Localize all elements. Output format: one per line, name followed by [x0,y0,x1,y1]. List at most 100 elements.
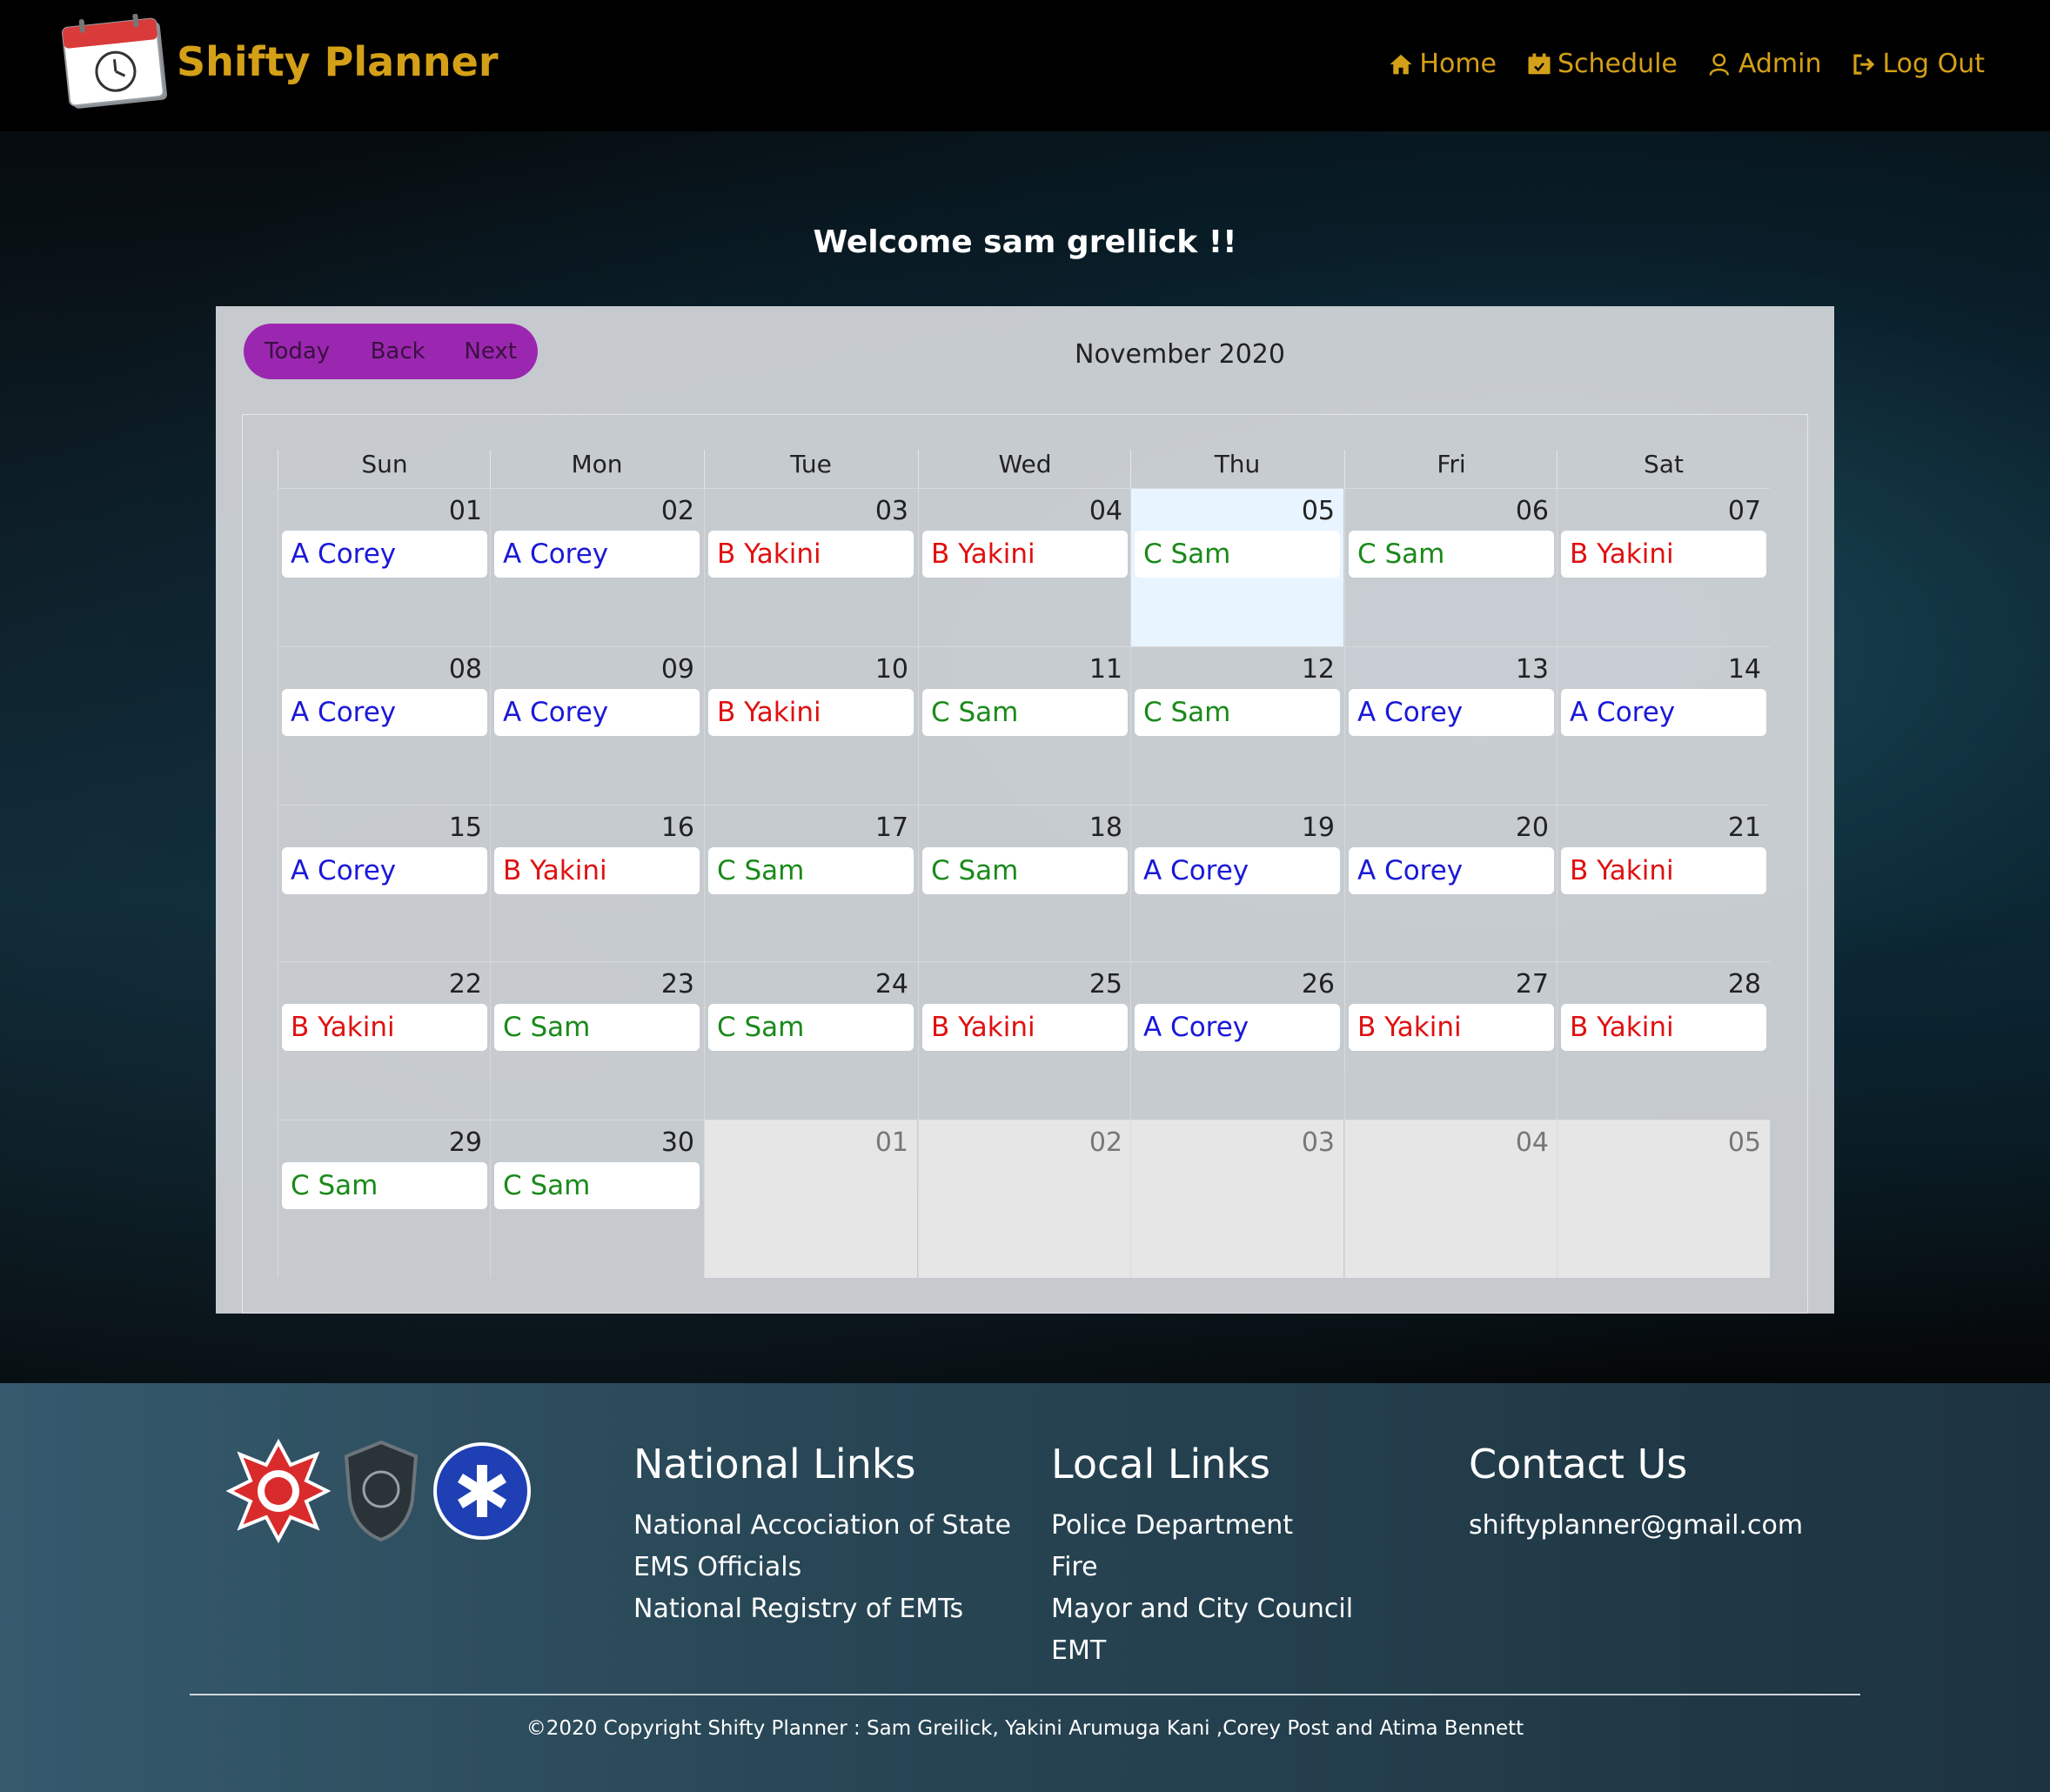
shift-event[interactable]: B Yakini [1561,847,1766,894]
day-cell-other-month[interactable]: 02 [918,1120,1131,1278]
day-cell[interactable]: 16 B Yakini [490,805,703,963]
day-cell[interactable]: 03 B Yakini [704,488,917,646]
day-cell[interactable]: 05 C Sam [1130,488,1343,646]
nav-logout[interactable]: Log Out [1851,49,1985,79]
local-link[interactable]: Police Department [1051,1505,1417,1547]
day-cell[interactable]: 01 A Corey [278,488,491,646]
day-cell[interactable]: 20 A Corey [1344,805,1558,963]
day-cell[interactable]: 28 B Yakini [1557,961,1770,1120]
day-cell[interactable]: 19 A Corey [1130,805,1343,963]
shift-event[interactable]: C Sam [1349,531,1554,578]
day-cell[interactable]: 21 B Yakini [1557,805,1770,963]
shift-event[interactable]: A Corey [1135,1004,1340,1051]
day-number[interactable]: 20 [1516,812,1549,843]
shift-event[interactable]: C Sam [708,847,914,894]
day-number[interactable]: 29 [449,1127,482,1158]
day-cell[interactable]: 08 A Corey [278,646,491,805]
national-link[interactable]: National Accociation of State EMS Offici… [633,1505,1016,1588]
day-number[interactable]: 17 [875,812,908,843]
day-number[interactable]: 27 [1516,969,1549,1000]
day-cell[interactable]: 09 A Corey [490,646,703,805]
day-cell[interactable]: 26 A Corey [1130,961,1343,1120]
shift-event[interactable]: B Yakini [708,689,914,736]
shift-event[interactable]: A Corey [1561,689,1766,736]
day-cell[interactable]: 24 C Sam [704,961,917,1120]
day-cell[interactable]: 11 C Sam [918,646,1131,805]
local-link[interactable]: Fire [1051,1547,1417,1588]
day-number[interactable]: 28 [1728,969,1761,1000]
day-number[interactable]: 24 [875,969,908,1000]
day-cell[interactable]: 17 C Sam [704,805,917,963]
day-number[interactable]: 03 [1302,1127,1335,1158]
day-number[interactable]: 04 [1089,496,1122,526]
day-number[interactable]: 06 [1516,496,1549,526]
day-cell[interactable]: 07 B Yakini [1557,488,1770,646]
day-number[interactable]: 18 [1089,812,1122,843]
national-link[interactable]: National Registry of EMTs [633,1588,1016,1630]
day-number[interactable]: 12 [1302,654,1335,685]
day-cell-other-month[interactable]: 03 [1130,1120,1343,1278]
day-number[interactable]: 30 [661,1127,694,1158]
day-number[interactable]: 03 [875,496,908,526]
shift-event[interactable]: A Corey [282,531,487,578]
shift-event[interactable]: B Yakini [708,531,914,578]
day-cell-other-month[interactable]: 01 [704,1120,917,1278]
day-cell-other-month[interactable]: 05 [1557,1120,1770,1278]
day-number[interactable]: 11 [1089,654,1122,685]
day-number[interactable]: 16 [661,812,694,843]
nav-schedule[interactable]: Schedule [1526,49,1678,79]
day-number[interactable]: 05 [1728,1127,1761,1158]
day-cell[interactable]: 06 C Sam [1344,488,1558,646]
shift-event[interactable]: A Corey [494,531,700,578]
shift-event[interactable]: C Sam [1135,689,1340,736]
day-number[interactable]: 13 [1516,654,1549,685]
shift-event[interactable]: A Corey [1349,689,1554,736]
shift-event[interactable]: B Yakini [1561,531,1766,578]
day-cell[interactable]: 15 A Corey [278,805,491,963]
day-number[interactable]: 25 [1089,969,1122,1000]
day-cell[interactable]: 29 C Sam [278,1120,491,1278]
shift-event[interactable]: C Sam [922,689,1128,736]
today-button[interactable]: Today [265,338,371,364]
day-number[interactable]: 08 [449,654,482,685]
nav-home[interactable]: Home [1388,49,1497,79]
day-number[interactable]: 23 [661,969,694,1000]
next-button[interactable]: Next [464,338,517,364]
day-cell[interactable]: 02 A Corey [490,488,703,646]
day-cell[interactable]: 14 A Corey [1557,646,1770,805]
day-number[interactable]: 21 [1728,812,1761,843]
day-cell-other-month[interactable]: 04 [1344,1120,1558,1278]
day-number[interactable]: 22 [449,969,482,1000]
shift-event[interactable]: C Sam [494,1004,700,1051]
day-number[interactable]: 01 [875,1127,908,1158]
logo-calendar-icon[interactable] [61,14,172,113]
day-number[interactable]: 04 [1516,1127,1549,1158]
shift-event[interactable]: B Yakini [1561,1004,1766,1051]
shift-event[interactable]: A Corey [1349,847,1554,894]
day-cell[interactable]: 10 B Yakini [704,646,917,805]
day-number[interactable]: 09 [661,654,694,685]
local-link[interactable]: EMT [1051,1630,1417,1672]
shift-event[interactable]: C Sam [708,1004,914,1051]
shift-event[interactable]: B Yakini [922,531,1128,578]
shift-event[interactable]: B Yakini [282,1004,487,1051]
day-number[interactable]: 02 [661,496,694,526]
day-cell[interactable]: 18 C Sam [918,805,1131,963]
nav-admin[interactable]: Admin [1707,49,1821,79]
shift-event[interactable]: B Yakini [1349,1004,1554,1051]
day-number[interactable]: 07 [1728,496,1761,526]
contact-email-link[interactable]: shiftyplanner@gmail.com [1469,1505,1852,1547]
shift-event[interactable]: A Corey [1135,847,1340,894]
local-link[interactable]: Mayor and City Council [1051,1588,1417,1630]
day-number[interactable]: 01 [449,496,482,526]
back-button[interactable]: Back [371,338,465,364]
day-cell[interactable]: 22 B Yakini [278,961,491,1120]
day-number[interactable]: 26 [1302,969,1335,1000]
day-cell[interactable]: 13 A Corey [1344,646,1558,805]
day-cell[interactable]: 04 B Yakini [918,488,1131,646]
shift-event[interactable]: A Corey [282,847,487,894]
day-number[interactable]: 05 [1302,496,1335,526]
day-number[interactable]: 10 [875,654,908,685]
shift-event[interactable]: C Sam [922,847,1128,894]
shift-event[interactable]: A Corey [494,689,700,736]
